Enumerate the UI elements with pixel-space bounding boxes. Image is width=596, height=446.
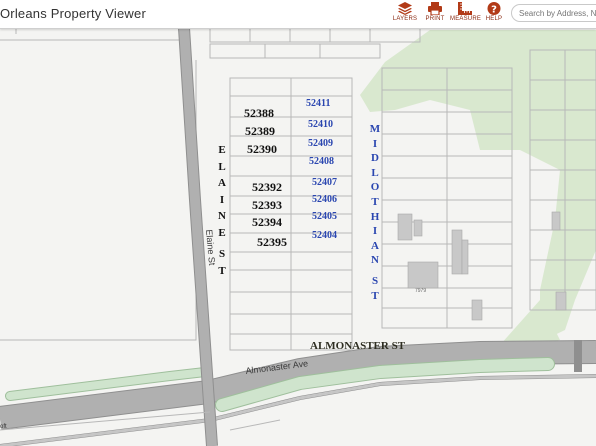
elaine-letter: E xyxy=(218,144,226,156)
elaine-letter: T xyxy=(218,264,226,277)
lot-number: 52394 xyxy=(252,215,282,229)
app-title: Orleans Property Viewer xyxy=(0,6,146,21)
help-label: HELP xyxy=(485,16,503,22)
search-input[interactable] xyxy=(511,4,596,22)
midlothian-letter: T xyxy=(371,195,379,208)
svg-text:?: ? xyxy=(491,4,497,15)
street-label-almonaster: ALMONASTER ST xyxy=(310,340,406,352)
layers-button[interactable]: LAYERS xyxy=(390,1,420,27)
street-label-elaine-vertical: E L A I N E S T xyxy=(216,142,228,279)
lot-number: 52409 xyxy=(308,138,333,149)
lot-number: 52407 xyxy=(312,177,337,188)
map-base-layer xyxy=(0,28,596,446)
lot-number: 52405 xyxy=(312,211,337,222)
lot-number: 52388 xyxy=(244,106,274,120)
lot-number: 52395 xyxy=(257,235,287,249)
print-button[interactable]: PRINT xyxy=(420,1,450,27)
elaine-letter: E xyxy=(218,226,226,239)
midlothian-letter: I xyxy=(372,137,378,150)
midlothian-letter: H xyxy=(370,210,380,223)
midlothian-letter: S xyxy=(371,274,379,287)
lot-number: 52389 xyxy=(245,124,275,138)
measure-label: MEASURE xyxy=(450,16,482,22)
elaine-letter: S xyxy=(218,248,226,260)
midlothian-letter: I xyxy=(372,225,378,238)
attribution-text: oft xyxy=(0,424,7,430)
layers-icon xyxy=(398,2,412,15)
ruler-icon xyxy=(458,2,472,15)
midlothian-letter: O xyxy=(370,181,380,194)
elaine-letter: I xyxy=(219,193,225,206)
lot-number: 52406 xyxy=(312,194,337,205)
lot-number: 52390 xyxy=(247,142,277,156)
elaine-letter: N xyxy=(218,210,226,222)
midlothian-letter: D xyxy=(371,152,379,165)
elaine-letter: A xyxy=(218,177,226,189)
help-button[interactable]: ? HELP xyxy=(479,1,509,27)
midlothian-letter: L xyxy=(371,166,379,179)
lot-number: 52404 xyxy=(312,230,337,241)
address-label: 7979 xyxy=(415,288,427,294)
midlothian-letter: T xyxy=(371,289,379,302)
elaine-letter: L xyxy=(218,160,226,173)
midlothian-letter: N xyxy=(371,254,379,267)
street-label-midlothian-vertical: M I D L O T H I A N S T xyxy=(369,122,381,303)
measure-button[interactable]: MEASURE xyxy=(450,1,482,27)
lot-number: 52411 xyxy=(306,98,331,109)
lot-number: 52392 xyxy=(252,180,282,194)
print-label: PRINT xyxy=(425,16,445,22)
printer-icon xyxy=(428,2,442,15)
lot-number: 52410 xyxy=(308,119,333,130)
lot-number: 52393 xyxy=(252,198,282,212)
help-icon: ? xyxy=(487,2,501,15)
lot-number: 52408 xyxy=(309,156,334,167)
map-view[interactable]: E L A I N E S T M I D L O T H I A N S T … xyxy=(0,28,596,446)
midlothian-letter: M xyxy=(369,123,381,135)
top-toolbar: Orleans Property Viewer LAYERS PRINT MEA… xyxy=(0,0,596,29)
layers-label: LAYERS xyxy=(392,16,418,22)
midlothian-letter: A xyxy=(371,239,379,252)
